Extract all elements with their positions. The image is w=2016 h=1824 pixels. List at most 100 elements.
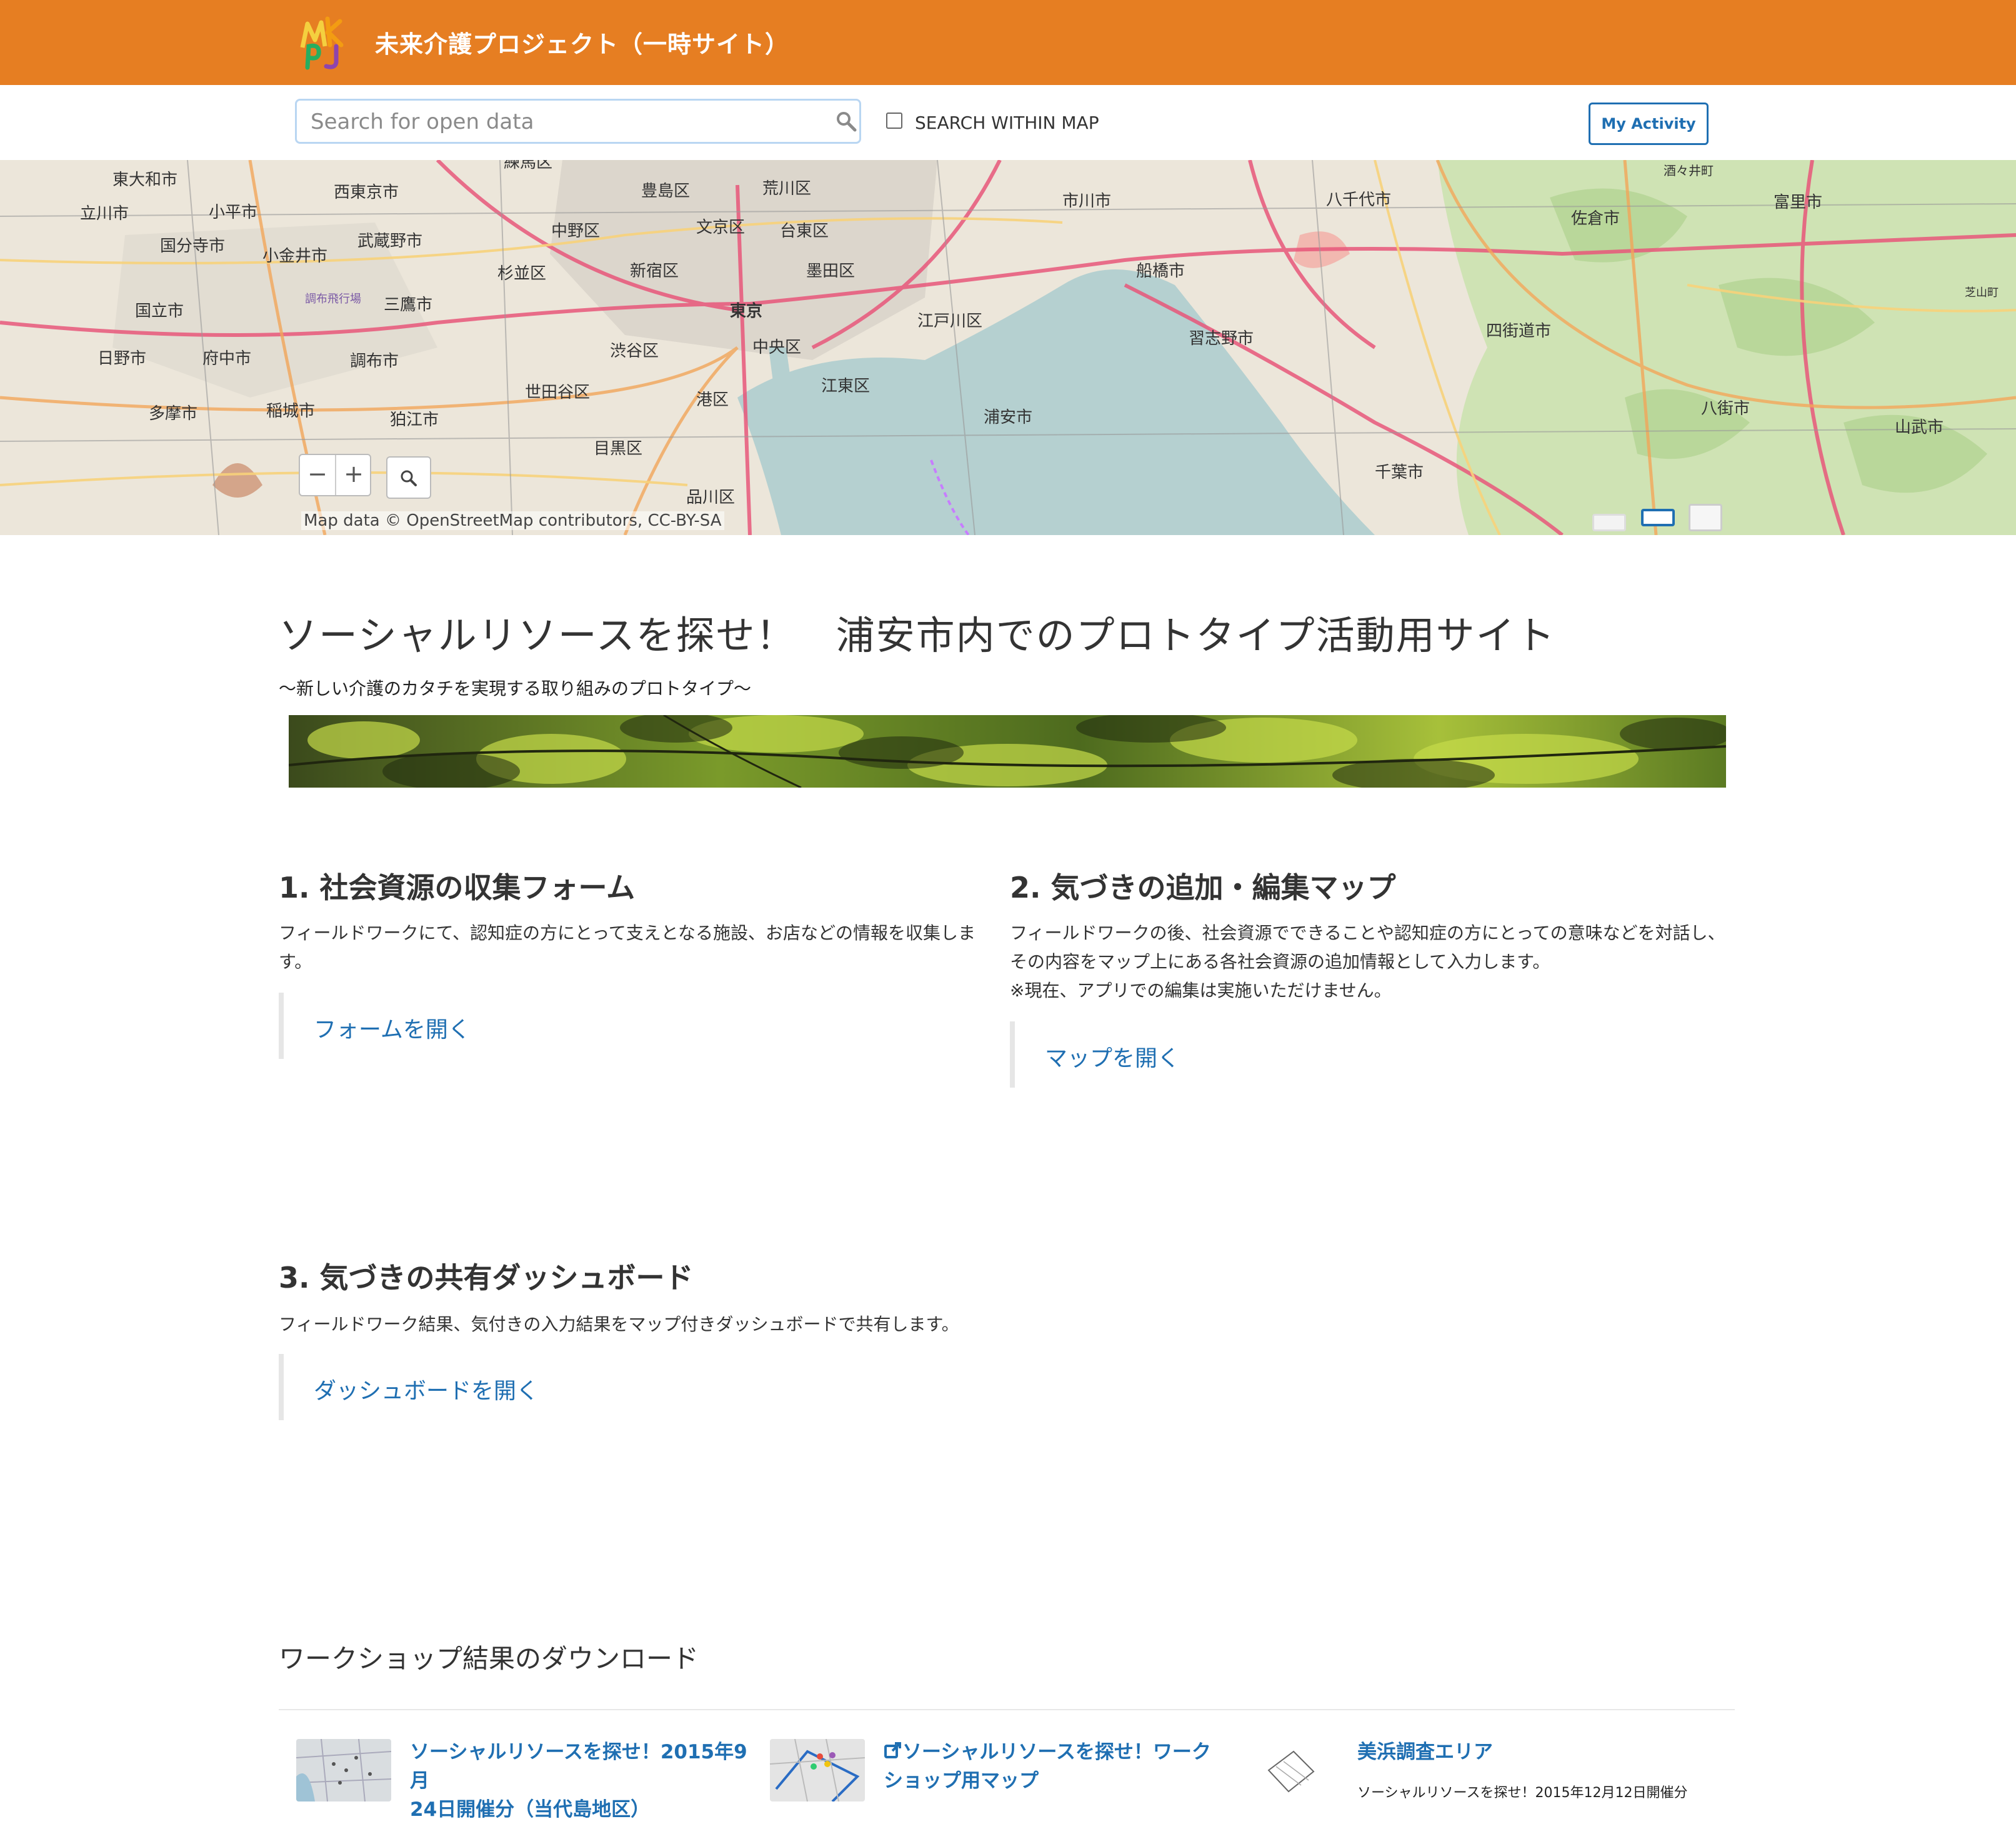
download-link[interactable]: ソーシャルリソースを探せ！ワーク ショップ用マップ <box>884 1738 1234 1795</box>
search-icon[interactable] <box>836 111 857 132</box>
open-form-link[interactable]: フォームを開く <box>314 1011 471 1044</box>
map-label: 中野区 <box>551 222 600 241</box>
section-desc-edit-map: フィールドワークの後、社会資源でできることや認知症の方にとっての意味などを対話し… <box>1010 919 1735 1005</box>
map-label: 国立市 <box>135 302 184 321</box>
map-label: 八街市 <box>1701 399 1750 418</box>
search-within-map-label[interactable]: SEARCH WITHIN MAP <box>915 113 1099 133</box>
map-label: 多摩市 <box>149 404 197 423</box>
map-label: 調布飛行場 <box>305 293 361 306</box>
download-link-line[interactable]: ソーシャルリソースを探せ！ワーク <box>884 1738 1234 1766</box>
map-label: 調布市 <box>350 352 399 371</box>
map-label: 東大和市 <box>112 171 177 189</box>
map-label: 杉並区 <box>497 264 546 283</box>
map-label: 練馬区 <box>504 160 552 172</box>
download-thumbnail[interactable] <box>770 1739 865 1801</box>
download-link-text[interactable]: ソーシャルリソースを探せ！ワーク <box>902 1741 1211 1763</box>
section-title-edit-map: 2. 気づきの追加・編集マップ <box>1010 871 1396 904</box>
map-label: 新宿区 <box>630 262 679 281</box>
download-link[interactable]: ソーシャルリソースを探せ！2015年9月 24日開催分（当代島地区） <box>410 1738 760 1824</box>
download-link-line[interactable]: ソーシャルリソースを探せ！2015年9月 <box>410 1738 760 1795</box>
map-search-button[interactable] <box>386 456 431 499</box>
mkpj-logo-icon[interactable] <box>299 10 351 70</box>
map-label: 千葉市 <box>1375 463 1424 482</box>
map-label: 市川市 <box>1062 192 1111 211</box>
map-label: 江東区 <box>821 377 870 396</box>
banner-image <box>289 715 1726 788</box>
page-title: ソーシャルリソースを探せ！ 浦安市内でのプロトタイプ活動用サイト <box>279 613 1556 658</box>
layer-switch-satellite[interactable] <box>1689 504 1722 531</box>
download-description: ソーシャルリソースを探せ！2015年12月12日開催分 <box>1357 1785 1688 1801</box>
layer-switch-streets[interactable] <box>1641 509 1675 526</box>
map-label: 国分寺市 <box>160 237 225 256</box>
external-link-icon <box>884 1739 902 1758</box>
map-label: 西東京市 <box>334 183 399 202</box>
map-label: 酒々井町 <box>1664 163 1714 178</box>
map-label: 八千代市 <box>1326 191 1391 209</box>
map-label: 習志野市 <box>1189 329 1254 348</box>
map-label: 佐倉市 <box>1571 209 1620 228</box>
desc-line: フィールドワーク結果、気付きの入力結果をマップ付きダッシュボードで共有します。 <box>279 1314 959 1335</box>
top-bar: 未来介護プロジェクト（一時サイト） <box>0 0 2016 85</box>
map-attribution[interactable]: Map data © OpenStreetMap contributors, C… <box>301 511 724 530</box>
map-label: 品川区 <box>686 488 735 507</box>
map-label: 武蔵野市 <box>357 232 422 251</box>
map-label: 船橋市 <box>1136 262 1185 281</box>
map-label: 立川市 <box>80 204 129 223</box>
desc-line: す。 <box>279 951 312 972</box>
section-title-collection-form: 1. 社会資源の収集フォーム <box>279 871 636 904</box>
map-label: 狛江市 <box>390 411 439 429</box>
download-link-line[interactable]: ショップ用マップ <box>884 1766 1234 1795</box>
map-label: 小平市 <box>209 203 257 222</box>
map-label: 日野市 <box>97 349 146 368</box>
download-link[interactable]: 美浜調査エリア <box>1357 1738 1493 1766</box>
map-label: 中央区 <box>752 338 801 357</box>
map-label: 三鷹市 <box>384 296 432 314</box>
open-map-link[interactable]: マップを開く <box>1045 1040 1180 1073</box>
blockquote: ダッシュボードを開く <box>279 1354 841 1420</box>
zoom-in-button[interactable]: + <box>336 455 371 495</box>
search-box <box>295 99 861 144</box>
map-label: 豊島区 <box>641 182 690 201</box>
section-desc-collection-form: フィールドワークにて、認知症の方にとって支えとなる施設、お店などの情報を収集しま… <box>279 919 985 976</box>
open-dashboard-link[interactable]: ダッシュボードを開く <box>314 1373 539 1405</box>
section-title-dashboard: 3. 気づきの共有ダッシュボード <box>279 1261 694 1295</box>
map-label: 小金井市 <box>262 247 327 266</box>
my-activity-button[interactable]: My Activity <box>1589 103 1709 145</box>
map-label: 芝山町 <box>1965 286 1999 299</box>
search-within-map-checkbox[interactable] <box>886 113 902 129</box>
downloads-title: ワークショップ結果のダウンロード <box>279 1643 699 1674</box>
zoom-out-button[interactable]: − <box>300 455 336 495</box>
divider <box>279 1709 1735 1710</box>
blockquote: マップを開く <box>1010 1021 1572 1088</box>
section-desc-dashboard: フィールドワーク結果、気付きの入力結果をマップ付きダッシュボードで共有します。 <box>279 1310 1404 1339</box>
map-label: 荒川区 <box>762 179 811 198</box>
site-title[interactable]: 未来介護プロジェクト（一時サイト） <box>375 25 789 59</box>
map-label: 東京 <box>730 301 762 321</box>
download-link-line[interactable]: 24日開催分（当代島地区） <box>410 1795 760 1824</box>
map-label: 目黒区 <box>594 439 642 458</box>
map-label: 台東区 <box>780 222 829 241</box>
map-label: 文京区 <box>696 218 745 237</box>
search-icon <box>401 470 417 486</box>
zoom-control: − + <box>299 454 371 496</box>
map-label: 世田谷区 <box>525 383 590 402</box>
map-label: 富里市 <box>1774 193 1822 212</box>
map-label: 渋谷区 <box>610 342 659 361</box>
map-view[interactable]: 東大和市 立川市 小平市 国分寺市 小金井市 西東京市 武蔵野市 練馬区 豊島区… <box>0 160 2016 535</box>
desc-line: ※現在、アプリでの編集は実施いただけません。 <box>1010 980 1392 1001</box>
map-label: 墨田区 <box>806 262 855 281</box>
page-subtitle: 〜新しい介護のカタチを実現する取り組みのプロトタイプ〜 <box>279 678 752 699</box>
map-label: 府中市 <box>202 349 251 368</box>
layer-switch-light[interactable] <box>1592 514 1626 531</box>
blockquote: フォームを開く <box>279 993 841 1059</box>
download-thumbnail[interactable] <box>296 1739 391 1801</box>
map-label: 四街道市 <box>1486 322 1551 341</box>
desc-line: その内容をマップ上にある各社会資源の追加情報として入力します。 <box>1010 951 1550 972</box>
map-label: 浦安市 <box>984 408 1032 427</box>
download-thumbnail[interactable] <box>1244 1739 1339 1801</box>
map-label: 江戸川区 <box>917 312 982 331</box>
desc-line: フィールドワークの後、社会資源でできることや認知症の方にとっての意味などを対話し… <box>1010 923 1725 943</box>
desc-line: フィールドワークにて、認知症の方にとって支えとなる施設、お店などの情報を収集しま <box>279 923 976 943</box>
search-input[interactable] <box>309 106 799 138</box>
map-label: 稲城市 <box>266 402 315 421</box>
